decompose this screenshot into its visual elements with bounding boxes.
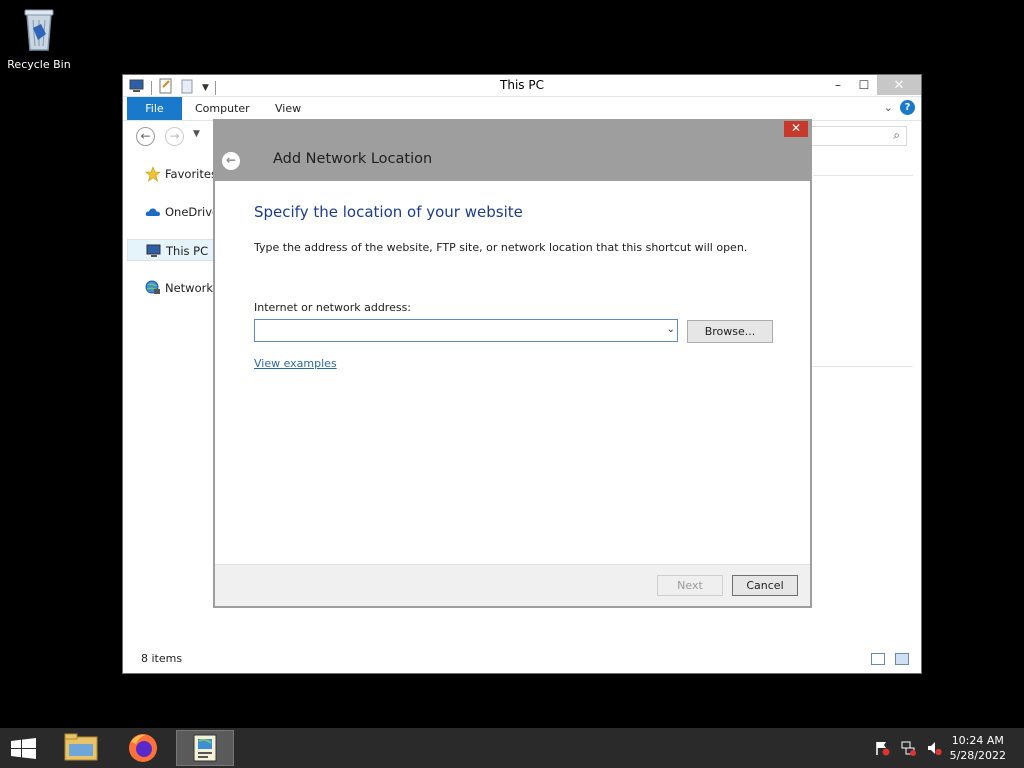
navigation-pane: Favorites OneDrive This PC Network [127, 163, 220, 315]
taskbar: 10:24 AM 5/28/2022 [0, 728, 1024, 768]
sidebar-item-favorites[interactable]: Favorites [127, 163, 217, 185]
cloud-icon [145, 204, 161, 220]
page-heading: Specify the location of your website [254, 203, 523, 221]
cancel-button[interactable]: Cancel [732, 575, 798, 596]
view-toggle [871, 653, 909, 665]
sidebar-item-label: Network [165, 281, 214, 295]
window-title: This PC [500, 78, 544, 92]
file-tab[interactable]: File [127, 97, 182, 120]
sidebar-item-network[interactable]: Network [127, 277, 217, 299]
dialog-title: Add Network Location [273, 151, 433, 167]
view-examples-link[interactable]: View examples [254, 357, 337, 370]
search-icon: ⌕ [893, 128, 900, 142]
expand-ribbon-icon[interactable]: ⌄ [884, 101, 893, 114]
tab-computer[interactable]: Computer [195, 102, 250, 115]
network-status-icon[interactable] [900, 740, 916, 756]
address-combobox[interactable]: ⌄ [254, 319, 678, 342]
title-bar: ▼ This PC – ☐ ✕ [123, 75, 921, 97]
firefox-icon [129, 734, 157, 762]
taskbar-clock[interactable]: 10:24 AM 5/28/2022 [950, 733, 1006, 763]
divider [813, 366, 913, 367]
help-icon[interactable]: ? [900, 100, 915, 115]
recent-locations-dropdown[interactable]: ▼ [193, 129, 200, 139]
clock-date: 5/28/2022 [949, 749, 1006, 762]
recycle-bin-label: Recycle Bin [7, 58, 71, 71]
folder-icon [64, 733, 98, 761]
start-button[interactable] [10, 738, 38, 760]
sidebar-item-onedrive[interactable]: OneDrive [127, 201, 220, 223]
ribbon: File Computer View ⌄ ? [123, 97, 921, 121]
forward-button[interactable]: → [165, 127, 184, 146]
windows-logo-icon [11, 738, 36, 759]
sidebar-item-label: This PC [166, 244, 209, 258]
window-controls: – ☐ ✕ [825, 75, 921, 95]
details-view-icon[interactable] [871, 653, 885, 665]
sidebar-item-this-pc[interactable]: This PC [127, 239, 217, 261]
maximize-button[interactable]: ☐ [851, 75, 877, 95]
back-button[interactable]: ← [136, 127, 155, 146]
add-network-location-dialog: ✕ ← Add Network Location Specify the loc… [213, 119, 812, 608]
dialog-close-button[interactable]: ✕ [784, 121, 808, 137]
network-icon [145, 280, 161, 296]
divider [813, 175, 913, 176]
wizard-icon [193, 734, 217, 762]
dialog-body: Specify the location of your website Typ… [215, 181, 810, 564]
sidebar-item-label: OneDrive [165, 205, 220, 219]
chevron-down-icon[interactable]: ⌄ [667, 324, 675, 335]
action-center-flag-icon[interactable] [874, 740, 890, 756]
sidebar-item-label: Favorites [165, 167, 217, 181]
next-button[interactable]: Next [657, 575, 723, 596]
page-description: Type the address of the website, FTP sit… [254, 241, 748, 254]
browse-button[interactable]: Browse... [687, 320, 773, 343]
network-wizard-taskbar-button[interactable] [176, 730, 234, 766]
dialog-footer: Next Cancel [215, 564, 810, 606]
tab-view[interactable]: View [275, 102, 301, 115]
clock-time: 10:24 AM [951, 734, 1004, 747]
firefox-taskbar-button[interactable] [114, 730, 172, 766]
system-tray [874, 740, 942, 756]
computer-icon [146, 243, 162, 259]
file-explorer-taskbar-button[interactable] [52, 730, 110, 766]
minimize-button[interactable]: – [825, 75, 851, 95]
dialog-header: ✕ ← Add Network Location [215, 121, 810, 181]
search-input[interactable]: ⌕ [811, 126, 907, 146]
large-icons-view-icon[interactable] [895, 653, 909, 665]
dialog-back-button[interactable]: ← [222, 152, 240, 170]
recycle-bin-icon [19, 6, 59, 54]
close-button[interactable]: ✕ [877, 75, 921, 95]
recycle-bin-shortcut[interactable]: Recycle Bin [4, 6, 74, 71]
status-item-count: 8 items [141, 652, 183, 665]
star-icon [145, 166, 161, 182]
address-label: Internet or network address: [254, 301, 412, 314]
volume-muted-icon[interactable] [926, 740, 942, 756]
